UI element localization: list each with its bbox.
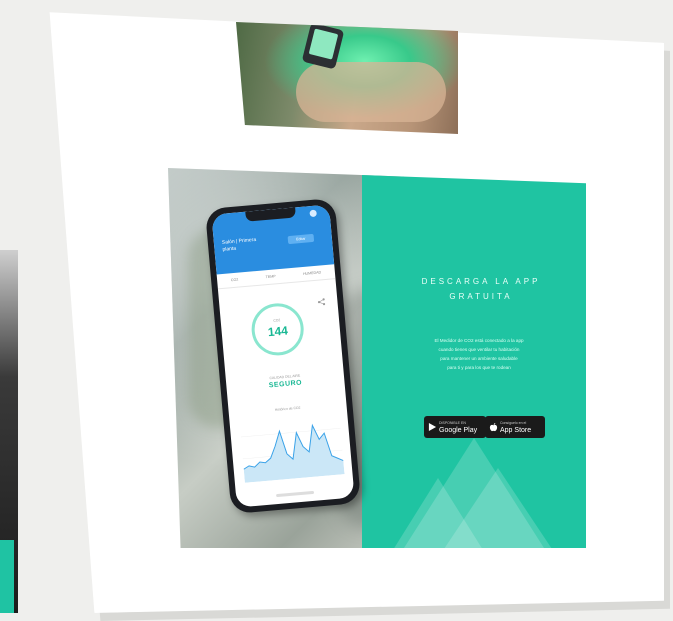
- home-indicator: [276, 490, 315, 498]
- arm-image: [296, 62, 446, 122]
- room-title: Salón | Primera planta: [222, 236, 273, 254]
- co2-history-chart: [240, 423, 345, 483]
- co2-gauge: CO2 144: [249, 301, 306, 358]
- banner-headline: DESCARGA LA APP GRATUITA: [396, 274, 566, 304]
- google-play-icon: [428, 422, 437, 432]
- tab-co2[interactable]: CO2: [231, 278, 239, 283]
- google-play-button[interactable]: DISPONIBLE EN Google Play: [424, 416, 486, 438]
- headline-line: GRATUITA: [449, 292, 513, 301]
- scene: DESCARGA LA APP GRATUITA El Medidor de C…: [0, 0, 673, 621]
- neighbor-device-accent: [0, 540, 14, 613]
- description-line: para mantener un ambiente saludable: [440, 356, 518, 361]
- decorative-triangle: [388, 478, 488, 548]
- phone-screen: Salón | Primera planta Editar CO2 TEMP H…: [211, 204, 355, 508]
- chart-area: [243, 425, 345, 483]
- description-line: para ti y para los que te rodean: [447, 365, 511, 370]
- co2-value: 144: [267, 323, 289, 340]
- headline-line: DESCARGA LA APP: [421, 277, 541, 286]
- smartphone-mockup: Salón | Primera planta Editar CO2 TEMP H…: [204, 197, 362, 515]
- status-icon: [309, 209, 317, 218]
- app-store-small-label: Consíguelo en el: [500, 421, 527, 425]
- apple-icon: [489, 422, 498, 432]
- store-buttons: DISPONIBLE EN Google Play Consíguelo en …: [424, 416, 545, 440]
- top-product-photo: [236, 22, 458, 134]
- description-line: cuando tienes que ventilar tu habitación: [438, 347, 520, 352]
- google-play-label: Google Play: [439, 427, 478, 434]
- edit-button[interactable]: Editar: [287, 233, 315, 245]
- app-store-button[interactable]: Consíguelo en el App Store: [485, 416, 545, 438]
- google-play-small-label: DISPONIBLE EN: [439, 421, 466, 425]
- description-line: El Medidor de CO2 está conectado a la ap…: [434, 338, 524, 343]
- tab-temperature[interactable]: TEMP: [266, 274, 276, 279]
- banner-description: El Medidor de CO2 está conectado a la ap…: [404, 336, 554, 372]
- tab-humidity[interactable]: HUMEDAD: [303, 270, 321, 276]
- app-store-label: App Store: [500, 427, 532, 434]
- share-icon[interactable]: [317, 297, 326, 307]
